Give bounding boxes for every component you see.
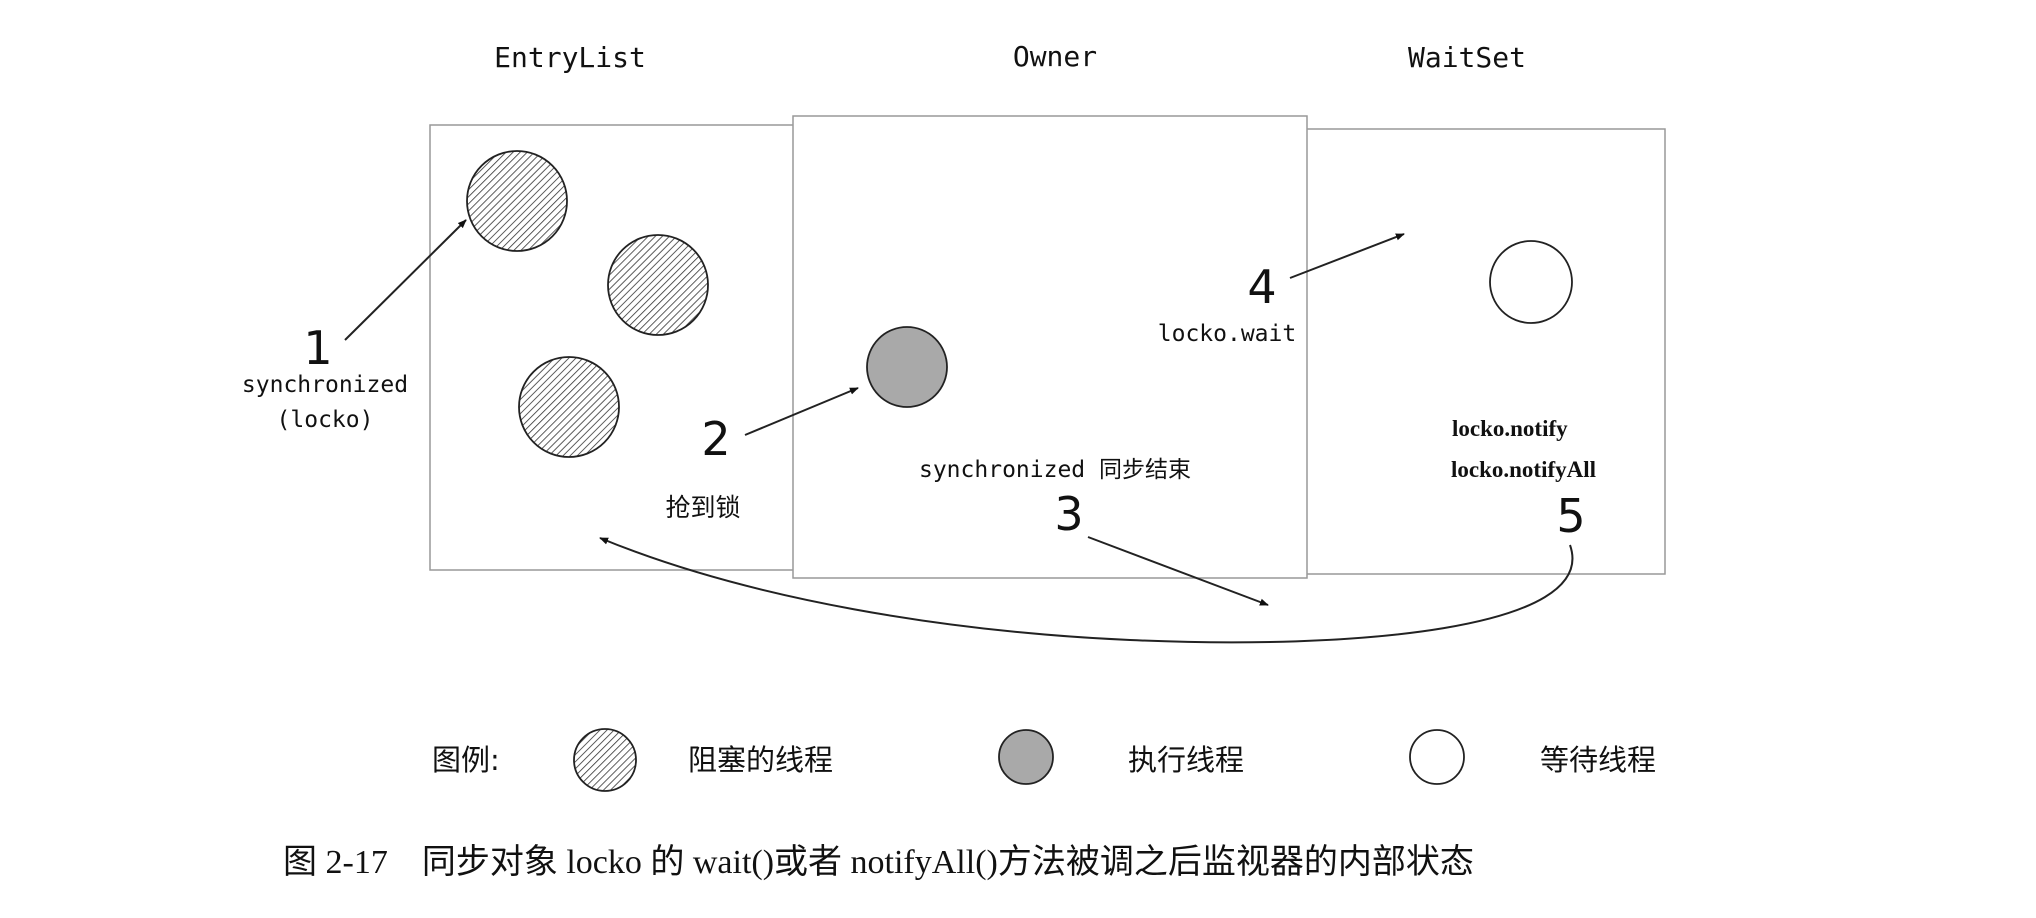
- figure-caption: 图 2-17 同步对象 locko 的 wait()或者 notifyAll()…: [283, 843, 1474, 881]
- step-1-label-line1: synchronized: [242, 372, 408, 398]
- legend-running-swatch: [998, 729, 1054, 785]
- entrylist-title: EntryList: [494, 41, 646, 74]
- monitor-diagram: EntryList Owner WaitSet 1 synchronized (…: [242, 40, 1666, 881]
- waitset-box: [1304, 128, 1666, 575]
- blocked-thread: [607, 234, 709, 336]
- step-1-number: 1: [303, 321, 332, 375]
- owner-box: [792, 115, 1308, 579]
- step-1-label-line2: (locko): [277, 407, 374, 433]
- legend-blocked-swatch: [573, 728, 637, 792]
- blocked-thread: [518, 356, 620, 458]
- step-2-label: 抢到锁: [665, 493, 740, 522]
- step-3-number: 3: [1054, 487, 1083, 541]
- legend-waiting-label: 等待线程: [1540, 743, 1656, 777]
- running-thread: [866, 326, 948, 408]
- legend-title: 图例:: [432, 743, 500, 777]
- step-5-label-line2: locko.notifyAll: [1451, 457, 1596, 482]
- step-3-label: synchronized 同步结束: [919, 457, 1191, 483]
- legend-waiting-swatch: [1409, 729, 1465, 785]
- waitset-title: WaitSet: [1408, 41, 1526, 74]
- step-4-label: locko.wait: [1158, 321, 1296, 347]
- legend-running-label: 执行线程: [1128, 743, 1244, 777]
- step-4-number: 4: [1247, 260, 1276, 314]
- blocked-thread: [466, 150, 568, 252]
- step-5-number: 5: [1556, 489, 1585, 543]
- waiting-thread: [1489, 240, 1573, 324]
- step-2-number: 2: [701, 412, 730, 466]
- owner-title: Owner: [1013, 40, 1097, 73]
- legend-blocked-label: 阻塞的线程: [688, 743, 833, 777]
- step-5-label-line1: locko.notify: [1452, 416, 1568, 441]
